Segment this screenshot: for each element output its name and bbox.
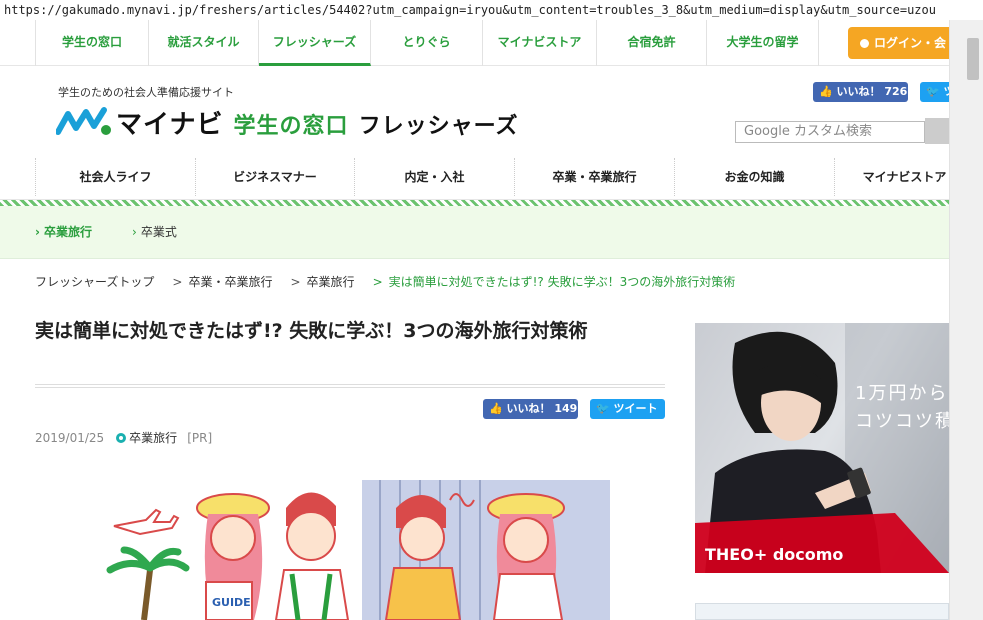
tweet-button[interactable]: 🐦 ツイート — [590, 399, 665, 419]
sidebar-advertisement[interactable]: 1万円から コツコツ積 THEO+ docomo — [695, 323, 949, 573]
user-icon — [860, 39, 869, 48]
svg-text:GUIDE: GUIDE — [212, 596, 251, 609]
breadcrumb-item-top[interactable]: フレッシャーズトップ — [35, 275, 154, 289]
breadcrumb-separator: > — [372, 275, 383, 289]
mainnav-business-manner[interactable]: ビジネスマナー — [195, 158, 354, 196]
ad-headline-line2: コツコツ積 — [855, 411, 949, 432]
breadcrumb-item-current: 実は簡単に対処できたはず!? 失敗に学ぶ！3つの海外旅行対策術 — [388, 275, 736, 289]
thumbs-up-icon: 👍 — [819, 85, 833, 98]
scrollbar-thumb[interactable] — [967, 38, 979, 80]
subnav-label: 卒業旅行 — [43, 225, 92, 239]
topnav-gasshuku-menkyo[interactable]: 合宿免許 — [597, 20, 707, 66]
sub-navigation: › 卒業旅行 › 卒業式 — [0, 206, 949, 259]
topnav-mynavi-store[interactable]: マイナビストア — [483, 20, 597, 66]
login-button[interactable]: ログイン・会 — [848, 27, 958, 59]
article-meta: 2019/01/25 卒業旅行 [PR] — [35, 428, 212, 448]
article-title: 実は簡単に対処できたはず!? 失敗に学ぶ！3つの海外旅行対策術 — [35, 320, 588, 342]
top-navigation: 学生の窓口 就活スタイル フレッシャーズ とりぐら マイナビストア 合宿免許 大… — [0, 20, 958, 66]
chevron-right-icon: › — [35, 225, 40, 239]
sidebar-advertisement-2[interactable] — [695, 603, 949, 620]
mynavi-logo-icon[interactable] — [56, 106, 112, 138]
topnav-shukatsu-style[interactable]: 就活スタイル — [149, 20, 259, 66]
login-label: ログイン・会 — [874, 36, 947, 50]
twitter-bird-icon: 🐦 — [926, 85, 940, 98]
site-logo[interactable]: マイナビ 学生の窓口 フレッシャーズ — [116, 104, 519, 141]
topnav-ryugaku[interactable]: 大学生の留学 — [707, 20, 819, 66]
category-dot-icon — [116, 433, 127, 443]
vertical-scrollbar[interactable] — [949, 20, 983, 620]
site-header: 学生のための社会人準備応援サイト マイナビ 学生の窓口 フレッシャーズ 👍 いい… — [0, 66, 960, 154]
topnav-gakusei-no-madoguchi[interactable]: 学生の窓口 — [35, 20, 149, 66]
mainnav-okane-no-chishiki[interactable]: お金の知識 — [674, 158, 834, 196]
site-tagline: 学生のための社会人準備応援サイト — [58, 86, 234, 99]
thumbs-up-icon: 👍 — [489, 402, 503, 415]
subnav-sotsugyo-ryoko[interactable]: › 卒業旅行 — [35, 206, 92, 259]
tweet-label: ツイート — [613, 402, 658, 415]
breadcrumb: フレッシャーズトップ > 卒業・卒業旅行 > 卒業旅行 > 実は簡単に対処できたはず!? 失… — [35, 272, 735, 292]
ad-headline-line1: 1万円から — [855, 383, 949, 404]
facebook-like-label: いいね！ 149 — [506, 402, 578, 415]
article-category[interactable]: 卒業旅行 — [129, 431, 177, 445]
ad-photo — [695, 323, 949, 573]
breadcrumb-item-sotsugyo[interactable]: 卒業・卒業旅行 — [188, 275, 272, 289]
breadcrumb-item-sotsugyo-ryoko[interactable]: 卒業旅行 — [307, 275, 355, 289]
mainnav-shakaijin-life[interactable]: 社会人ライフ — [35, 158, 195, 196]
logo-green-text: 学生の窓口 — [233, 114, 349, 139]
facebook-like-label-top: いいね！ 726 — [836, 85, 908, 98]
logo-main-text: マイナビ — [116, 110, 224, 140]
facebook-like-button[interactable]: 👍 いいね！ 149 — [483, 399, 578, 419]
google-search-input[interactable]: Google カスタム検索 — [735, 121, 925, 143]
topnav-freshers[interactable]: フレッシャーズ — [259, 20, 371, 66]
twitter-bird-icon: 🐦 — [596, 402, 610, 415]
breadcrumb-separator: > — [290, 275, 301, 289]
pr-label: [PR] — [187, 431, 213, 445]
breadcrumb-separator: > — [172, 275, 183, 289]
hero-illustration: GUIDE — [106, 480, 610, 620]
mainnav-naitei-nyusha[interactable]: 内定・入社 — [354, 158, 514, 196]
mainnav-sotsugyo-ryoko[interactable]: 卒業・卒業旅行 — [514, 158, 674, 196]
facebook-like-button-top[interactable]: 👍 いいね！ 726 — [813, 82, 908, 102]
main-navigation: 社会人ライフ ビジネスマナー 内定・入社 卒業・卒業旅行 お金の知識 マイナビス… — [0, 154, 949, 200]
ad-brand-logo: THEO+ docomo — [705, 545, 844, 564]
chevron-right-icon: › — [132, 225, 137, 239]
subnav-sotsugyoshiki[interactable]: › 卒業式 — [132, 206, 177, 259]
address-bar[interactable]: https://gakumado.mynavi.jp/freshers/arti… — [0, 0, 983, 20]
subnav-label: 卒業式 — [140, 225, 177, 239]
search-button[interactable] — [925, 118, 949, 144]
topnav-torigura[interactable]: とりぐら — [371, 20, 483, 66]
article-date: 2019/01/25 — [35, 431, 105, 445]
title-divider — [35, 384, 665, 388]
logo-sub-text: フレッシャーズ — [358, 114, 519, 139]
